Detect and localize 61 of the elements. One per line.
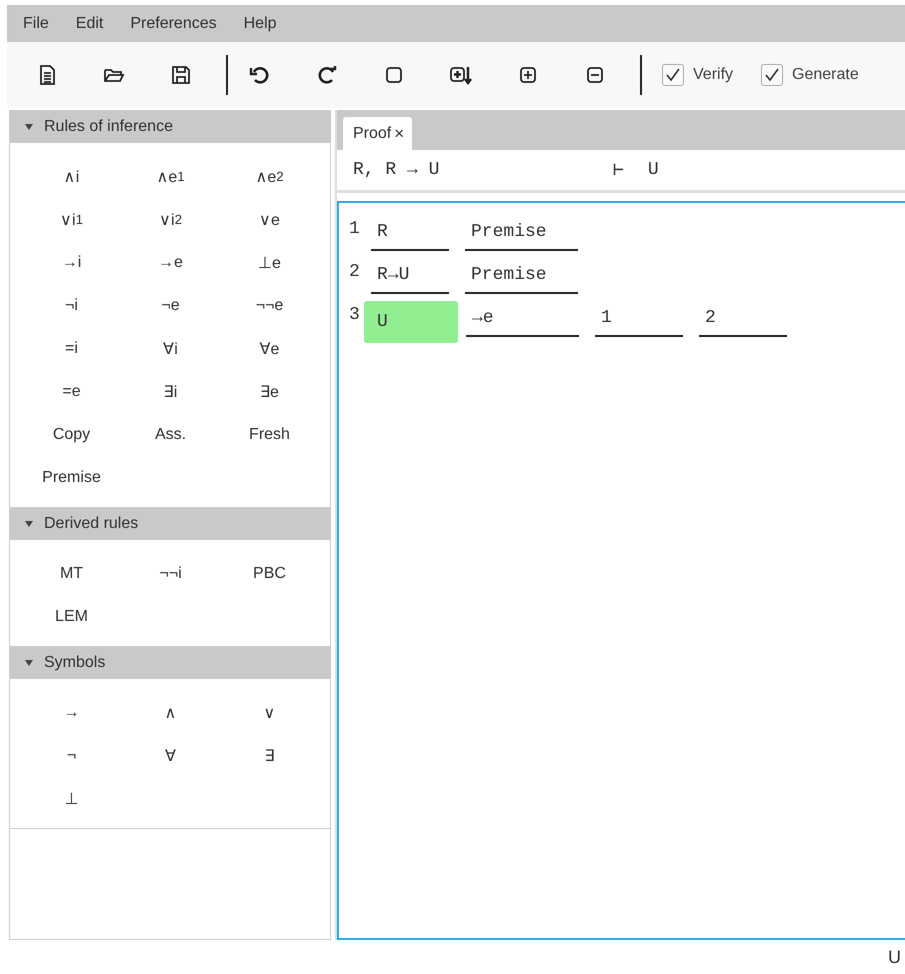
rule-field[interactable]: Premise	[465, 215, 578, 251]
rule-button[interactable]: Copy	[52, 413, 90, 456]
rule-button[interactable]: =i	[65, 327, 78, 370]
checkbox-label: Generate	[792, 66, 859, 84]
rule-button[interactable]: ∀	[165, 734, 176, 777]
conclusion-text: U	[648, 160, 659, 180]
rule-button[interactable]: →i	[62, 241, 82, 284]
turnstile-symbol: ⊢	[613, 160, 624, 181]
rule-field[interactable]: →e	[466, 301, 579, 337]
rule-button[interactable]: ¬¬i	[159, 552, 182, 595]
triangle-icon	[24, 519, 34, 529]
close-icon[interactable]: ×	[394, 124, 404, 144]
rule-button[interactable]: ⊥e	[258, 241, 281, 284]
premises-text: R, R → U	[353, 160, 440, 180]
section-header[interactable]: Rules of inference	[10, 111, 330, 143]
checkbox-label: Verify	[693, 66, 734, 84]
rule-button[interactable]: ¬	[66, 734, 76, 777]
menu-item[interactable]: File	[23, 14, 49, 32]
rule-button[interactable]: ∨e	[259, 198, 280, 241]
rule-button[interactable]: ¬i	[65, 284, 78, 327]
rule-button[interactable]: →e	[158, 241, 183, 284]
rule-button[interactable]: PBC	[253, 552, 286, 595]
rule-field[interactable]: Premise	[465, 258, 578, 294]
formula-field[interactable]: R→U	[371, 258, 449, 294]
menu-item[interactable]: Preferences	[130, 14, 217, 32]
save-icon[interactable]	[169, 63, 193, 87]
rule-button[interactable]: =e	[62, 370, 81, 413]
formula-field[interactable]: R	[371, 215, 449, 251]
checkbox[interactable]	[761, 64, 784, 86]
tab[interactable]: Proof ×	[343, 117, 412, 150]
rule-button[interactable]: LEM	[55, 595, 88, 638]
menu-item[interactable]: Edit	[76, 14, 104, 32]
rule-button[interactable]: ∀i	[163, 327, 178, 370]
rule-button[interactable]: ¬e	[161, 284, 180, 327]
rule-button[interactable]: ¬¬e	[256, 284, 284, 327]
rule-button[interactable]: ∃	[264, 734, 274, 777]
rule-button[interactable]: Ass.	[154, 413, 186, 456]
triangle-icon	[24, 122, 34, 132]
line-number: 3	[348, 304, 361, 325]
menu-item[interactable]: Help	[244, 14, 277, 32]
triangle-icon	[24, 658, 34, 668]
rule-button[interactable]: MT	[60, 552, 84, 595]
reference-field[interactable]: 2	[699, 301, 787, 337]
formula-field[interactable]: U	[364, 301, 458, 343]
line-number: 1	[348, 218, 361, 239]
rule-button[interactable]: ∀e	[260, 327, 280, 370]
rule-button[interactable]: ⊥	[64, 777, 78, 820]
rule-button[interactable]: →	[64, 691, 80, 734]
rule-button[interactable]: Premise	[42, 456, 101, 499]
checkbox[interactable]	[662, 64, 684, 86]
rule-button[interactable]: ∃i	[164, 370, 178, 413]
section-header[interactable]: Symbols	[10, 647, 330, 679]
rule-button[interactable]: Fresh	[249, 413, 290, 456]
rule-button[interactable]: ∨	[264, 691, 276, 734]
section-header[interactable]: Derived rules	[10, 508, 330, 540]
rule-button[interactable]: ∃e	[260, 370, 279, 413]
rule-button[interactable]: ∧	[164, 691, 176, 734]
rule-button[interactable]: ∧i	[64, 155, 80, 198]
line-number: 2	[348, 261, 361, 282]
status-text: U	[888, 946, 901, 968]
reference-field[interactable]: 1	[595, 301, 683, 337]
